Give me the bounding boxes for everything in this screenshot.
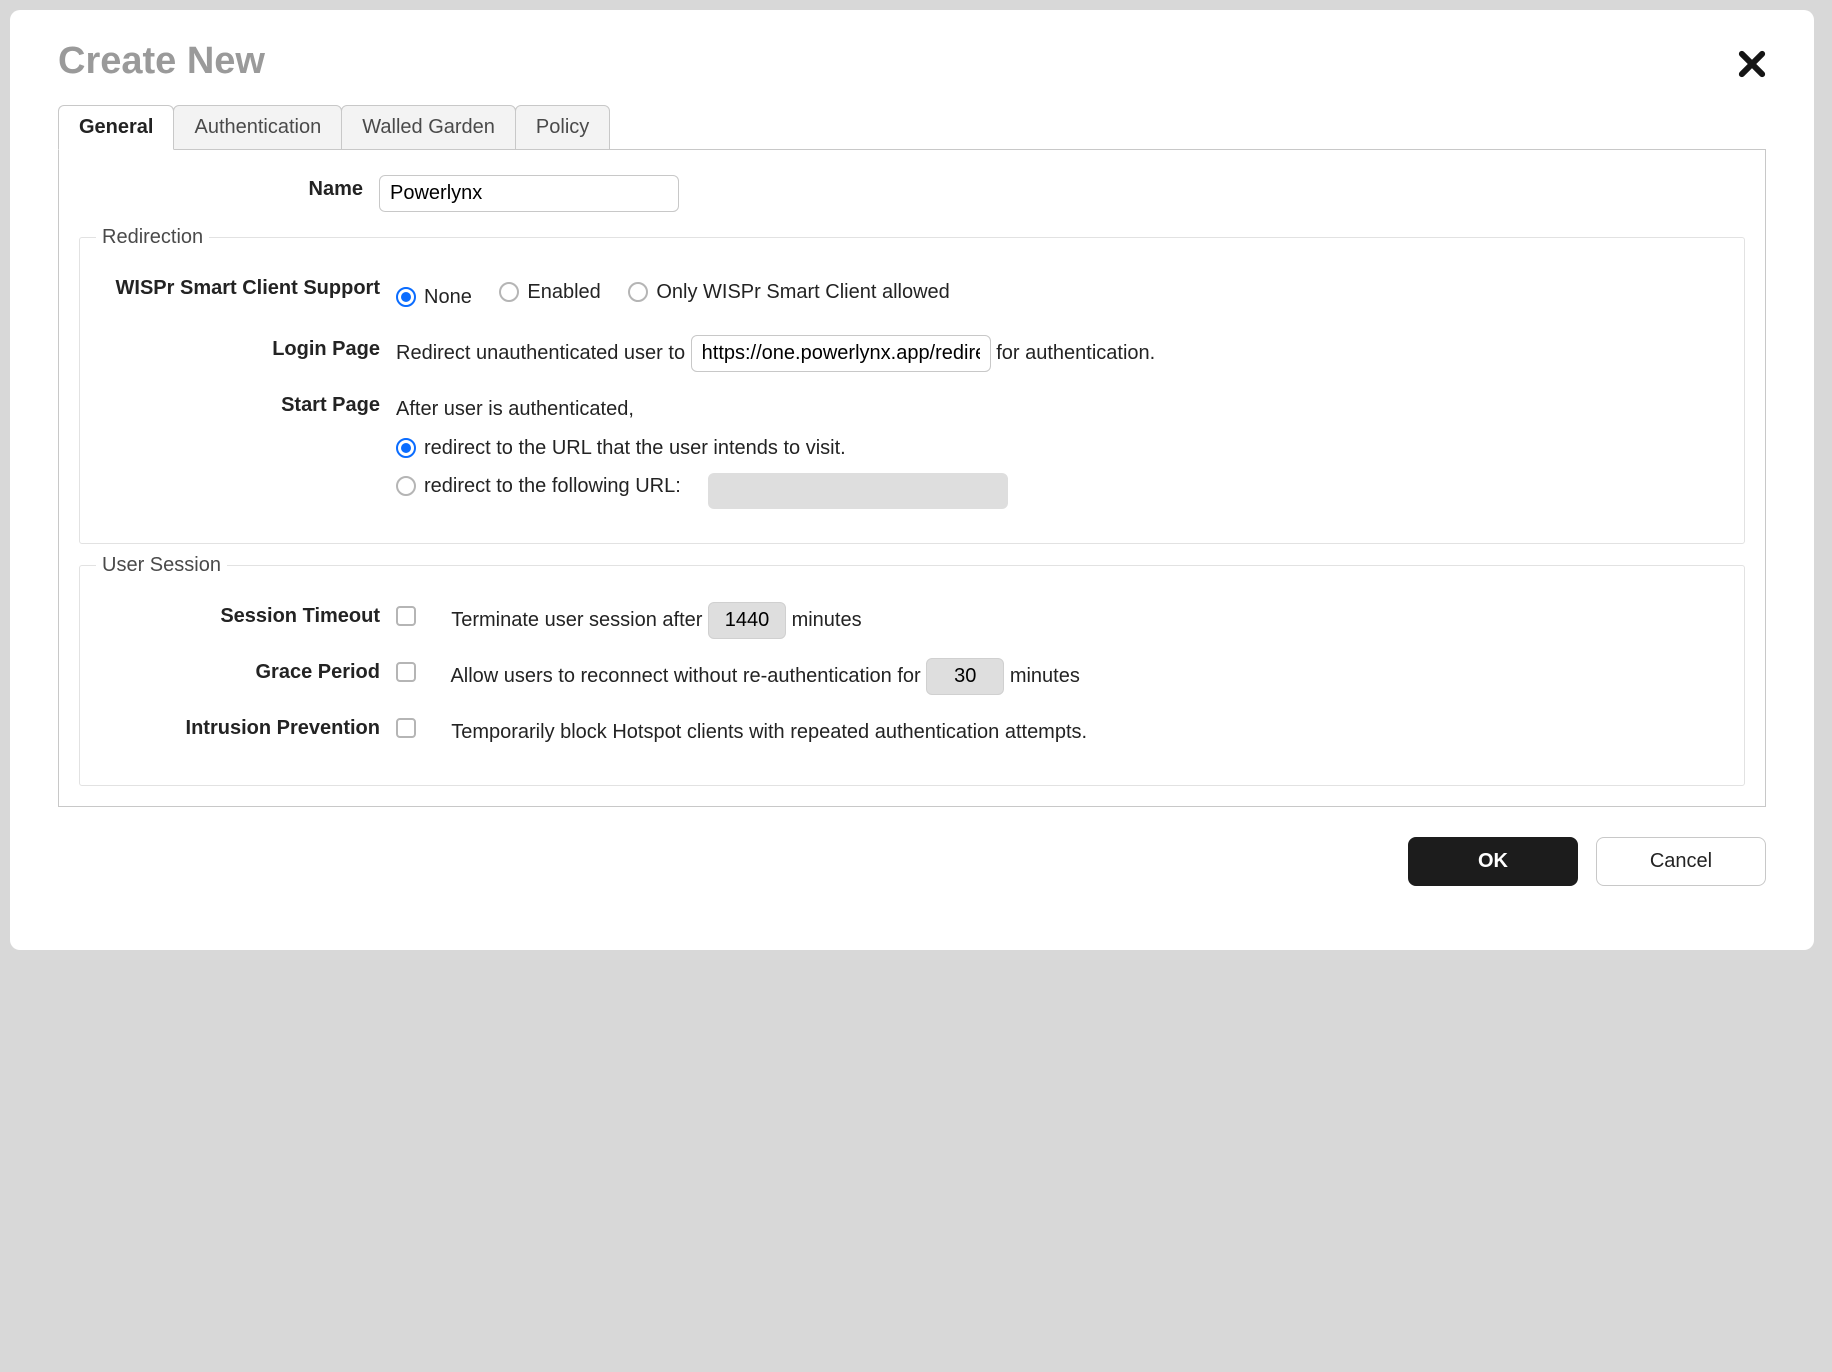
login-page-after: for authentication.: [996, 342, 1155, 364]
grace-period-checkbox[interactable]: [396, 662, 424, 682]
start-page-option-label: redirect to the URL that the user intend…: [424, 429, 846, 467]
checkbox-icon: [396, 662, 416, 682]
tab-general[interactable]: General: [58, 105, 174, 150]
tab-bar: General Authentication Walled Garden Pol…: [58, 105, 1766, 150]
login-page-before: Redirect unauthenticated user to: [396, 342, 685, 364]
name-label: Name: [79, 170, 379, 203]
start-page-intro: After user is authenticated,: [396, 390, 1728, 428]
name-input[interactable]: [379, 175, 679, 212]
start-page-custom-url-input[interactable]: [708, 473, 1008, 509]
login-page-label: Login Page: [96, 330, 396, 363]
redirection-group: Redirection WISPr Smart Client Support N…: [79, 226, 1745, 544]
session-timeout-value[interactable]: [708, 602, 786, 639]
start-page-option-original[interactable]: redirect to the URL that the user intend…: [396, 429, 846, 467]
grace-period-value[interactable]: [926, 658, 1004, 695]
wispr-option-label: None: [424, 278, 472, 316]
close-icon: [1738, 61, 1766, 83]
grace-period-after: minutes: [1010, 665, 1080, 687]
intrusion-label: Intrusion Prevention: [96, 709, 396, 742]
user-session-legend: User Session: [96, 554, 227, 577]
tab-walled-garden[interactable]: Walled Garden: [341, 105, 516, 150]
wispr-option-label: Only WISPr Smart Client allowed: [656, 273, 949, 311]
radio-icon: [396, 438, 416, 458]
modal-title: Create New: [58, 40, 1766, 83]
close-button[interactable]: [1738, 50, 1766, 84]
start-page-label: Start Page: [96, 386, 396, 419]
session-timeout-before: Terminate user session after: [451, 609, 702, 631]
grace-period-label: Grace Period: [96, 653, 396, 686]
ok-button[interactable]: OK: [1408, 837, 1578, 886]
radio-icon: [396, 476, 416, 496]
user-session-group: User Session Session Timeout Terminate u…: [79, 554, 1745, 786]
session-timeout-after: minutes: [792, 609, 862, 631]
checkbox-icon: [396, 718, 416, 738]
wispr-option-enabled[interactable]: Enabled: [499, 273, 600, 311]
tab-authentication[interactable]: Authentication: [173, 105, 342, 150]
modal-footer: OK Cancel: [58, 837, 1766, 886]
session-timeout-label: Session Timeout: [96, 597, 396, 630]
session-timeout-checkbox[interactable]: [396, 606, 424, 626]
intrusion-checkbox[interactable]: [396, 718, 424, 738]
checkbox-icon: [396, 606, 416, 626]
grace-period-before: Allow users to reconnect without re-auth…: [450, 665, 920, 687]
create-new-modal: Create New General Authentication Walled…: [10, 10, 1814, 950]
redirection-legend: Redirection: [96, 226, 209, 249]
tab-panel-general: Name Redirection WISPr Smart Client Supp…: [58, 149, 1766, 807]
tab-policy[interactable]: Policy: [515, 105, 610, 150]
start-page-option-label: redirect to the following URL:: [424, 467, 681, 505]
cancel-button[interactable]: Cancel: [1596, 837, 1766, 886]
wispr-option-label: Enabled: [527, 273, 600, 311]
intrusion-text: Temporarily block Hotspot clients with r…: [451, 721, 1087, 743]
wispr-label: WISPr Smart Client Support: [96, 269, 396, 302]
wispr-option-only[interactable]: Only WISPr Smart Client allowed: [628, 273, 949, 311]
login-page-url-input[interactable]: [691, 335, 991, 372]
radio-icon: [628, 282, 648, 302]
wispr-option-none[interactable]: None: [396, 278, 472, 316]
radio-icon: [499, 282, 519, 302]
radio-icon: [396, 287, 416, 307]
start-page-option-custom[interactable]: redirect to the following URL:: [396, 467, 681, 505]
